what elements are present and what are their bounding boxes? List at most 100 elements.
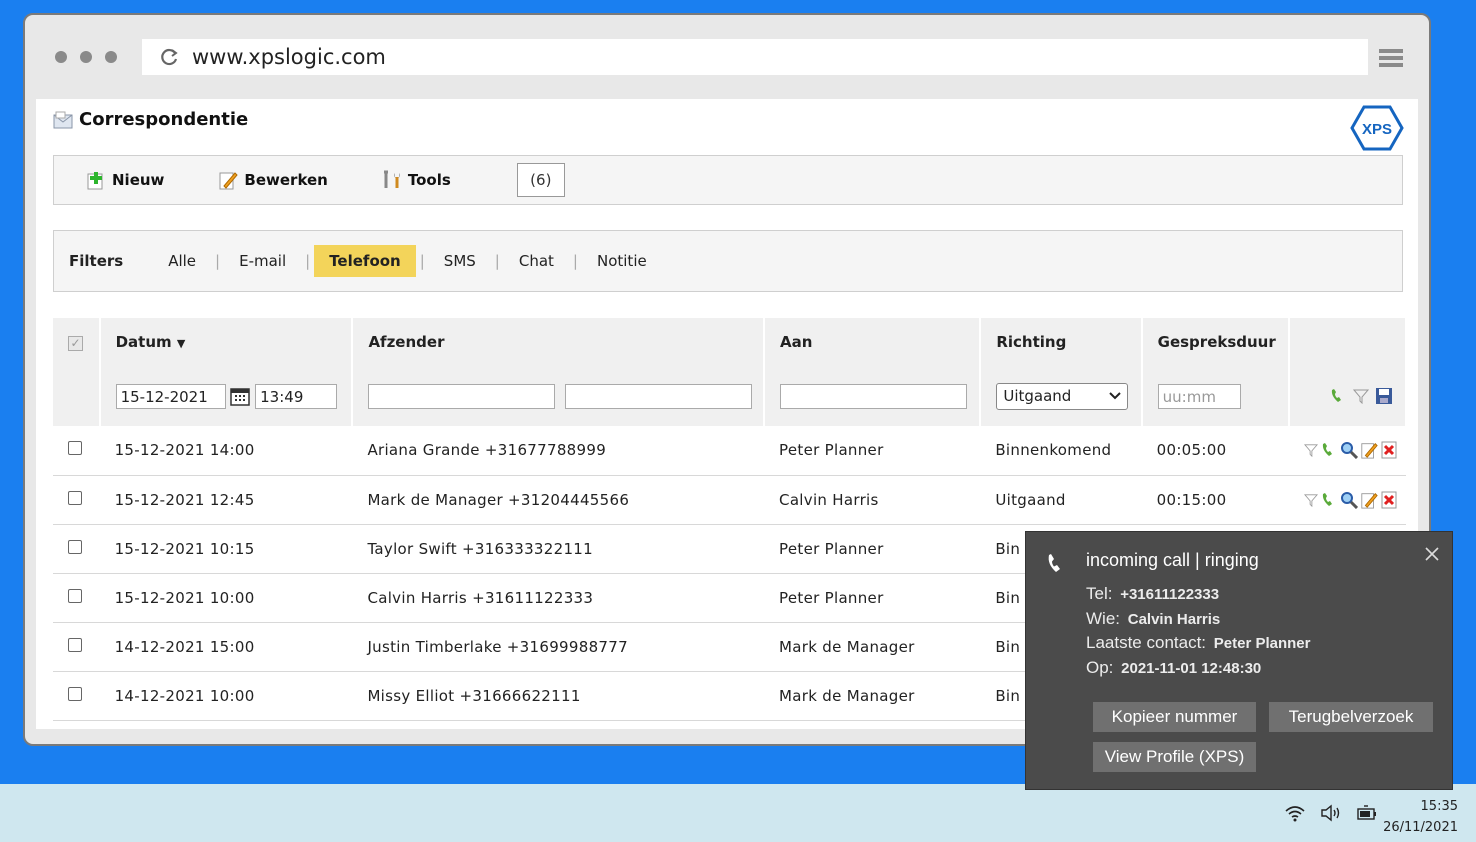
filter-notitie[interactable]: Notitie — [582, 245, 662, 277]
window-dot[interactable] — [55, 51, 67, 63]
xps-logo[interactable]: XPS — [1350, 104, 1404, 152]
cell-gespreksduur: 00:15:00 — [1156, 490, 1227, 509]
filter-funnel-icon[interactable] — [1304, 443, 1318, 458]
direction-select[interactable]: Uitgaand — [996, 382, 1129, 410]
row-checkbox-cell — [53, 524, 100, 573]
sender-filter-cell — [352, 366, 766, 426]
clock[interactable]: 15:35 26/11/2021 — [1383, 796, 1458, 838]
filter-cell-empty — [53, 366, 101, 426]
copy-number-button[interactable]: Kopieer nummer — [1093, 702, 1256, 732]
tools-icon — [383, 170, 400, 188]
hamburger-menu-icon[interactable] — [1379, 49, 1403, 67]
filter-funnel-icon[interactable] — [1304, 493, 1318, 507]
view-profile-button[interactable]: View Profile (XPS) — [1093, 742, 1256, 772]
save-icon[interactable] — [1375, 387, 1393, 405]
filter-sms[interactable]: SMS — [429, 245, 491, 277]
filter-alle[interactable]: Alle — [153, 245, 211, 277]
row-checkbox[interactable] — [68, 441, 82, 456]
cell-aan: Peter Planner — [779, 588, 884, 607]
row-checkbox[interactable] — [68, 588, 82, 603]
filter-email[interactable]: E-mail — [224, 245, 301, 277]
table-row[interactable]: 15-12-2021 12:45 Mark de Manager +312044… — [53, 475, 1406, 524]
filter-funnel-icon[interactable] — [1353, 388, 1369, 404]
row-checkbox[interactable] — [68, 539, 82, 554]
select-all-checkbox[interactable]: ✓ — [68, 335, 83, 351]
column-gespreksduur[interactable]: Gespreksduur — [1141, 318, 1290, 366]
reload-icon[interactable] — [160, 47, 180, 67]
cell-afzender: Justin Timberlake +31699988777 — [367, 637, 628, 656]
column-datum-label: Datum — [115, 333, 172, 351]
close-icon[interactable] — [1424, 546, 1440, 562]
edit-icon[interactable] — [1360, 491, 1378, 509]
row-checkbox[interactable] — [68, 686, 82, 701]
cell-afzender: Ariana Grande +31677788999 — [367, 441, 607, 460]
op-label: Op: — [1086, 657, 1114, 677]
magnifier-icon[interactable] — [1340, 491, 1358, 509]
cell-datum: 15-12-2021 10:15 — [114, 539, 255, 558]
notification-title: incoming call | ringing — [1086, 550, 1259, 570]
delete-icon[interactable] — [1380, 491, 1398, 509]
incoming-call-notification: incoming call | ringing Tel: +3161112233… — [1025, 531, 1453, 790]
column-afzender[interactable]: Afzender — [352, 318, 766, 366]
edit-button-label: Bewerken — [244, 171, 328, 189]
phone-icon — [1048, 554, 1060, 572]
column-actions — [1288, 318, 1408, 366]
cell-actions — [1289, 475, 1406, 524]
table-row[interactable]: 15-12-2021 14:00 Ariana Grande +31677788… — [53, 426, 1406, 475]
last-contact-label: Laatste contact: — [1086, 633, 1207, 652]
cell-richting: Uitgaand — [995, 490, 1066, 509]
date-filter-input[interactable]: 15-12-2021 — [115, 383, 226, 409]
column-aan[interactable]: Aan — [764, 318, 982, 366]
sort-desc-icon: ▼ — [176, 337, 186, 350]
recipient-filter-cell — [764, 366, 982, 426]
edit-icon[interactable] — [1360, 441, 1378, 459]
battery-icon[interactable] — [1356, 804, 1378, 822]
delete-icon[interactable] — [1380, 441, 1398, 459]
cell-aan: Mark de Manager — [779, 686, 915, 705]
cell-aan: Mark de Manager — [779, 637, 915, 656]
row-checkbox-cell — [53, 573, 100, 622]
sender-number-filter-input[interactable] — [565, 383, 753, 409]
filter-chat[interactable]: Chat — [504, 245, 569, 277]
window-dot[interactable] — [105, 51, 117, 63]
callback-request-button[interactable]: Terugbelverzoek — [1269, 702, 1433, 732]
recipient-filter-input[interactable] — [780, 383, 968, 409]
cell-datum: 15-12-2021 14:00 — [114, 441, 255, 460]
row-checkbox-cell — [53, 426, 100, 475]
filter-telefoon[interactable]: Telefoon — [314, 245, 416, 277]
tools-button[interactable]: Tools — [382, 170, 451, 190]
phone-call-icon[interactable] — [1320, 491, 1338, 509]
column-datum[interactable]: Datum ▼ — [99, 318, 354, 366]
phone-call-icon[interactable] — [1320, 441, 1338, 459]
toolbar: Nieuw Bewerken Tools (6) — [53, 155, 1403, 205]
op-value: 2021-11-01 12:48:30 — [1121, 659, 1262, 677]
taskbar: 15:35 26/11/2021 — [0, 784, 1476, 842]
edit-icon — [219, 172, 239, 190]
sender-name-filter-input[interactable] — [368, 383, 556, 409]
system-tray — [1284, 804, 1378, 822]
row-checkbox[interactable] — [68, 637, 82, 652]
address-bar[interactable]: www.xpslogic.com — [142, 39, 1368, 75]
row-checkbox[interactable] — [68, 490, 82, 505]
volume-icon[interactable] — [1320, 804, 1342, 822]
tel-label: Tel: — [1086, 584, 1113, 603]
magnifier-icon[interactable] — [1340, 441, 1358, 460]
cell-aan: Peter Planner — [779, 441, 884, 460]
wifi-icon[interactable] — [1284, 804, 1306, 822]
wie-label: Wie: — [1086, 608, 1120, 628]
envelope-icon — [53, 111, 73, 128]
duration-filter-input[interactable]: uu:mm — [1157, 383, 1241, 409]
selection-count[interactable]: (6) — [516, 163, 565, 197]
column-richting[interactable]: Richting — [980, 318, 1143, 366]
tel-value: +31611122333 — [1120, 586, 1220, 603]
direction-select-value: Uitgaand — [1003, 387, 1072, 405]
window-dot[interactable] — [80, 51, 92, 63]
new-button[interactable]: Nieuw — [86, 170, 164, 190]
new-button-label: Nieuw — [112, 171, 165, 189]
calendar-icon[interactable] — [230, 386, 251, 406]
tools-button-label: Tools — [407, 171, 451, 189]
phone-filter-icon[interactable] — [1329, 387, 1347, 405]
time-filter-input[interactable]: 13:49 — [255, 383, 338, 409]
call-details: Tel: +31611122333 Wie: Calvin Harris Laa… — [1086, 582, 1310, 680]
edit-button[interactable]: Bewerken — [218, 170, 328, 190]
